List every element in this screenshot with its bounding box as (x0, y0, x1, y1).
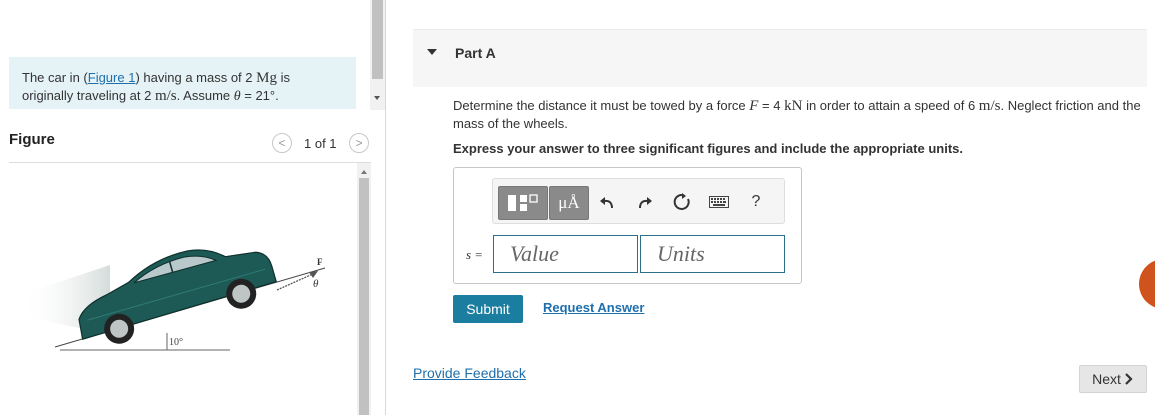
force-label: F (317, 257, 323, 267)
problem-text-1: The car in ( (22, 70, 88, 85)
problem-text-4: . Assume (176, 88, 234, 103)
angle-label: θ (313, 278, 319, 290)
figure-pager: 1 of 1 (304, 136, 337, 151)
templates-icon (508, 194, 538, 211)
scroll-up-arrow-icon[interactable] (361, 170, 367, 174)
slope-label: 10° (169, 337, 183, 348)
chevron-left-icon: < (278, 136, 286, 150)
units-button[interactable]: μÅ (549, 186, 589, 220)
math-toolbar: μÅ ? (492, 178, 785, 224)
help-button[interactable]: ? (745, 191, 767, 213)
part-a-header[interactable] (413, 29, 1147, 87)
speed-unit: m/s (154, 88, 177, 104)
provide-feedback-link[interactable]: Provide Feedback (413, 365, 526, 381)
figure-scroll-thumb[interactable] (359, 178, 369, 415)
question-text-3: in order to attain a speed of 6 (802, 98, 979, 113)
problem-statement: The car in (Figure 1) having a mass of 2… (9, 57, 356, 109)
next-label: Next (1092, 371, 1121, 387)
pane-divider[interactable] (385, 0, 386, 415)
problem-text-5: = 21°. (240, 88, 279, 103)
redo-icon (639, 197, 652, 209)
redo-button[interactable] (634, 191, 656, 213)
units-input[interactable]: Units (640, 235, 785, 273)
undo-icon (600, 197, 613, 209)
problem-text-2: ) having a mass of 2 (135, 70, 257, 85)
reset-button[interactable] (671, 191, 693, 213)
collapse-caret-icon[interactable] (427, 49, 437, 55)
scroll-down-arrow-icon[interactable] (374, 96, 380, 100)
value-input[interactable]: Value (493, 235, 638, 273)
chevron-right-icon: > (355, 136, 363, 150)
reset-icon (673, 193, 690, 210)
chevron-right-icon (1125, 373, 1133, 385)
figure-image: F θ 10° (15, 175, 340, 415)
force-unit: kN (784, 98, 803, 114)
part-a-title: Part A (455, 45, 496, 61)
question-text-2: = 4 (758, 98, 785, 113)
chat-bubble-button[interactable] (1139, 259, 1155, 309)
next-button[interactable]: Next (1079, 365, 1147, 393)
question-text: Determine the distance it must be towed … (453, 97, 1143, 132)
prev-figure-button[interactable]: < (272, 133, 292, 153)
answer-instruction: Express your answer to three significant… (453, 141, 963, 156)
keyboard-button[interactable] (707, 191, 731, 213)
figure-link[interactable]: Figure 1 (88, 70, 136, 85)
figure-divider (9, 162, 371, 163)
submit-button[interactable]: Submit (453, 295, 523, 323)
figure-title: Figure (9, 131, 55, 148)
request-answer-link[interactable]: Request Answer (543, 300, 644, 315)
next-figure-button[interactable]: > (349, 133, 369, 153)
question-speed-unit: m/s (978, 98, 1001, 114)
mass-unit: Mg (256, 70, 277, 86)
question-text-1: Determine the distance it must be towed … (453, 98, 750, 113)
templates-button[interactable] (498, 186, 548, 220)
undo-button[interactable] (596, 191, 618, 213)
variable-label: s = (466, 247, 484, 262)
force-arrow (276, 272, 316, 291)
theta-symbol: θ (233, 89, 241, 104)
keyboard-icon (709, 196, 729, 208)
problem-scroll-thumb[interactable] (372, 0, 383, 79)
